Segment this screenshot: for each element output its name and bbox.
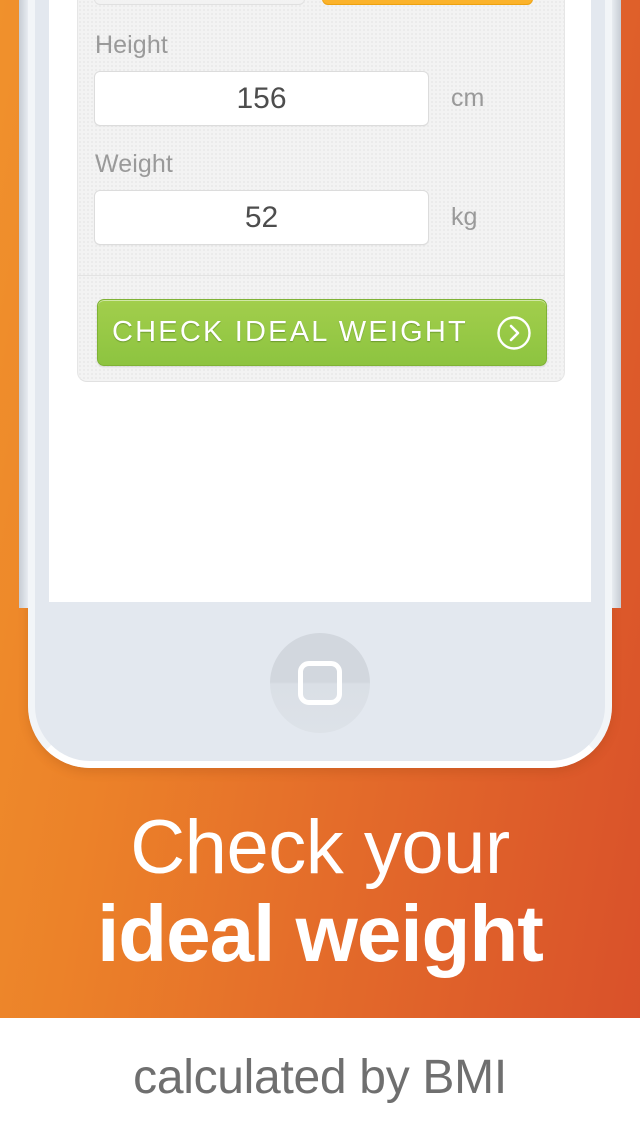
screenshot-root: Sex Female Male Desired Unit Ft/Lbs Cm/K…: [0, 0, 640, 1136]
weight-unit-label: kg: [451, 203, 478, 231]
bmi-calculator-form: Sex Female Male Desired Unit Ft/Lbs Cm/K…: [77, 0, 565, 382]
home-square-icon: [298, 661, 342, 705]
promo-headline-line1: Check your: [130, 805, 510, 890]
form-divider: [78, 275, 564, 276]
chevron-right-circle-icon: [496, 315, 532, 351]
unit-option-ft-lbs[interactable]: Ft/Lbs: [94, 0, 305, 5]
height-input[interactable]: 156: [94, 71, 429, 126]
height-input-row: 156 cm: [94, 71, 550, 126]
weight-label: Weight: [95, 150, 173, 178]
desired-unit-segmented-control: Ft/Lbs Cm/Kg: [94, 0, 550, 5]
height-label: Height: [95, 31, 168, 59]
promo-headline: Check your ideal weight: [0, 806, 640, 978]
check-ideal-weight-button[interactable]: CHECK IDEAL WEIGHT: [97, 299, 547, 366]
promo-subtitle: calculated by BMI: [133, 1051, 507, 1104]
height-unit-label: cm: [451, 84, 485, 112]
device-left-band: [19, 0, 28, 608]
unit-option-cm-kg[interactable]: Cm/Kg: [322, 0, 533, 5]
weight-input[interactable]: 52: [94, 190, 429, 245]
promo-headline-line2: ideal weight: [97, 889, 544, 978]
phone-device-mockup: Sex Female Male Desired Unit Ft/Lbs Cm/K…: [19, 0, 621, 768]
device-right-band: [612, 0, 621, 608]
home-button[interactable]: [270, 633, 370, 733]
weight-input-row: 52 kg: [94, 190, 550, 245]
phone-screen: Sex Female Male Desired Unit Ft/Lbs Cm/K…: [49, 0, 591, 602]
check-ideal-weight-label: CHECK IDEAL WEIGHT: [112, 316, 468, 348]
